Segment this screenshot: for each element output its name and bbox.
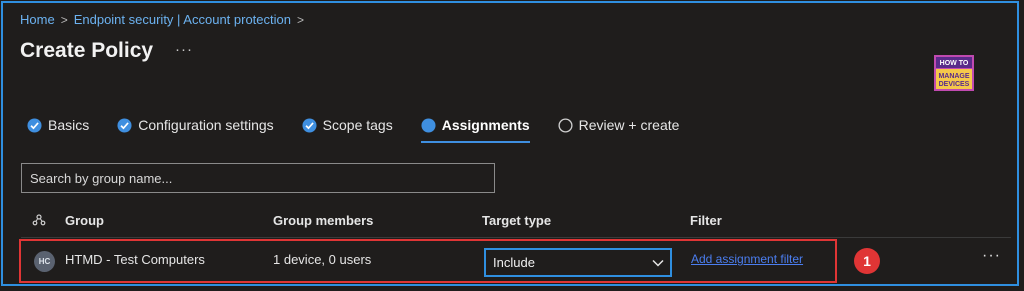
row-more-options-icon[interactable]: ··· (982, 247, 1001, 265)
target-type-dropdown[interactable]: Include (484, 248, 672, 277)
check-circle-icon (117, 117, 132, 133)
column-header-target-type[interactable]: Target type (482, 213, 551, 228)
breadcrumb-home[interactable]: Home (20, 12, 55, 27)
wizard-tabs: Basics Configuration settings Scope tags… (27, 110, 707, 143)
annotation-badge: 1 (854, 248, 880, 274)
tab-label: Configuration settings (138, 117, 274, 133)
target-type-value: Include (493, 255, 535, 270)
check-circle-icon (302, 117, 317, 133)
logo-text-devices: DEVICES (939, 81, 970, 88)
group-type-icon (32, 214, 46, 226)
chevron-down-icon (652, 259, 664, 267)
tab-label: Basics (48, 117, 90, 133)
htmd-logo: HOW TO MANAGE DEVICES (934, 55, 974, 91)
add-assignment-filter-link[interactable]: Add assignment filter (691, 252, 803, 266)
current-step-icon (421, 117, 436, 133)
header-divider (21, 237, 1011, 238)
more-options-icon[interactable]: ··· (175, 41, 193, 58)
tab-assignments[interactable]: Assignments (420, 110, 530, 143)
column-header-group-members[interactable]: Group members (273, 213, 373, 228)
column-header-group[interactable]: Group (65, 213, 104, 228)
logo-text-how-to: HOW TO (940, 60, 969, 67)
avatar: HC (34, 251, 55, 272)
check-circle-icon (27, 117, 42, 133)
group-name: HTMD - Test Computers (65, 252, 205, 267)
policy-panel: Home > Endpoint security | Account prote… (1, 1, 1019, 286)
tab-label: Scope tags (322, 117, 393, 133)
tab-review-create[interactable]: Review + create (558, 110, 680, 140)
empty-circle-icon (558, 117, 573, 133)
search-input[interactable] (21, 163, 495, 193)
column-header-filter[interactable]: Filter (690, 213, 722, 228)
breadcrumb-account-protection[interactable]: Endpoint security | Account protection (74, 12, 291, 27)
page-title: Create Policy (20, 39, 154, 62)
tab-label: Assignments (441, 117, 530, 133)
breadcrumb: Home > Endpoint security | Account prote… (20, 12, 304, 27)
tab-configuration-settings[interactable]: Configuration settings (117, 110, 274, 140)
tab-basics[interactable]: Basics (27, 110, 89, 140)
group-members-count: 1 device, 0 users (273, 252, 372, 267)
chevron-right-icon: > (296, 12, 304, 27)
logo-text-manage: MANAGE (938, 73, 969, 80)
tab-label: Review + create (578, 117, 680, 133)
tab-scope-tags[interactable]: Scope tags (302, 110, 393, 140)
chevron-right-icon: > (60, 12, 68, 27)
